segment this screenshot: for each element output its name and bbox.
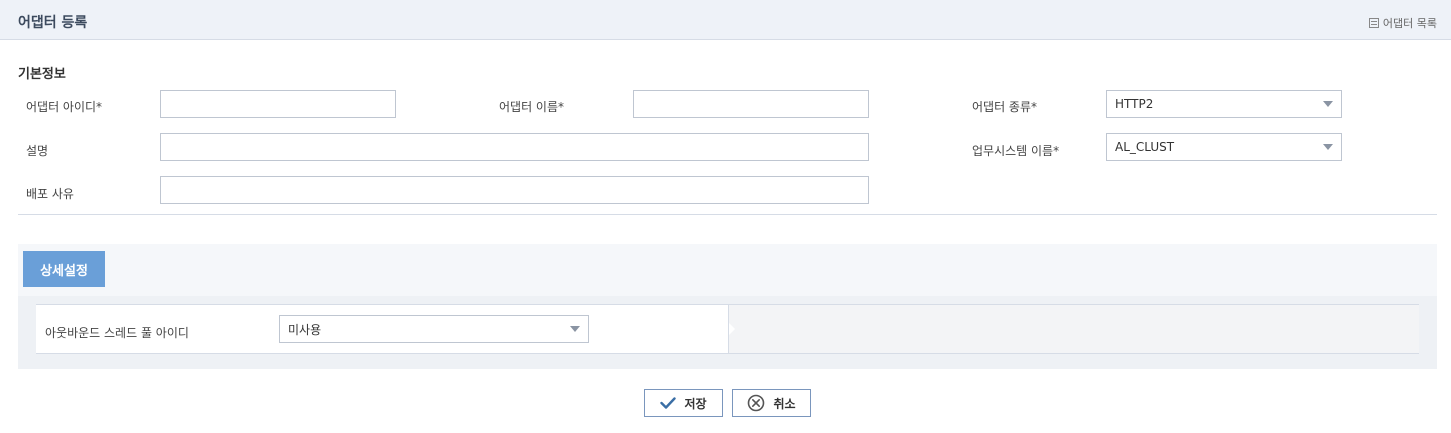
description-input[interactable] <box>160 133 869 161</box>
biz-system-label: 업무시스템 이름* <box>972 144 1060 158</box>
biz-system-select[interactable]: AL_CLUST <box>1106 133 1342 161</box>
description-label: 설명 <box>26 144 49 158</box>
adapter-id-input[interactable] <box>160 90 396 118</box>
detail-tab-strip: 상세설정 <box>18 244 1437 296</box>
cancel-button-label: 취소 <box>773 396 796 411</box>
tab-detail-settings[interactable]: 상세설정 <box>23 251 105 287</box>
adapter-type-label: 어댑터 종류* <box>972 100 1038 114</box>
page-header: 어댑터 등록 어댑터 목록 <box>0 0 1451 40</box>
chevron-down-icon <box>1323 144 1333 150</box>
adapter-list-link[interactable]: 어댑터 목록 <box>1368 15 1437 31</box>
adapter-id-label: 어댑터 아이디* <box>26 100 103 114</box>
section-divider <box>18 214 1437 215</box>
adapter-list-label: 어댑터 목록 <box>1382 17 1437 30</box>
outbound-thread-value: 미사용 <box>288 322 322 337</box>
adapter-type-value: HTTP2 <box>1115 97 1154 111</box>
biz-system-value: AL_CLUST <box>1115 140 1175 154</box>
detail-row: 아웃바운드 스레드 풀 아이디 미사용 <box>36 304 1419 354</box>
page-title: 어댑터 등록 <box>18 15 88 31</box>
list-icon <box>1368 18 1379 28</box>
detail-row-divider <box>728 305 729 353</box>
check-icon <box>660 397 677 409</box>
outbound-thread-select[interactable]: 미사용 <box>279 315 589 343</box>
outbound-thread-label: 아웃바운드 스레드 풀 아이디 <box>45 326 189 340</box>
adapter-type-select[interactable]: HTTP2 <box>1106 90 1342 118</box>
detail-settings-panel: 상세설정 아웃바운드 스레드 풀 아이디 미사용 <box>18 244 1437 369</box>
cancel-circle-icon <box>748 394 765 412</box>
chevron-down-icon <box>570 326 580 332</box>
adapter-name-label: 어댑터 이름* <box>499 100 565 114</box>
deploy-reason-input[interactable] <box>160 176 869 204</box>
save-button-label: 저장 <box>684 396 707 411</box>
cancel-button[interactable]: 취소 <box>732 389 811 417</box>
chevron-down-icon <box>1323 101 1333 107</box>
detail-row-left: 아웃바운드 스레드 풀 아이디 미사용 <box>36 305 735 353</box>
basic-info-title: 기본정보 <box>18 67 66 82</box>
save-button[interactable]: 저장 <box>644 389 723 417</box>
adapter-name-input[interactable] <box>633 90 869 118</box>
deploy-reason-label: 배포 사유 <box>26 187 74 201</box>
